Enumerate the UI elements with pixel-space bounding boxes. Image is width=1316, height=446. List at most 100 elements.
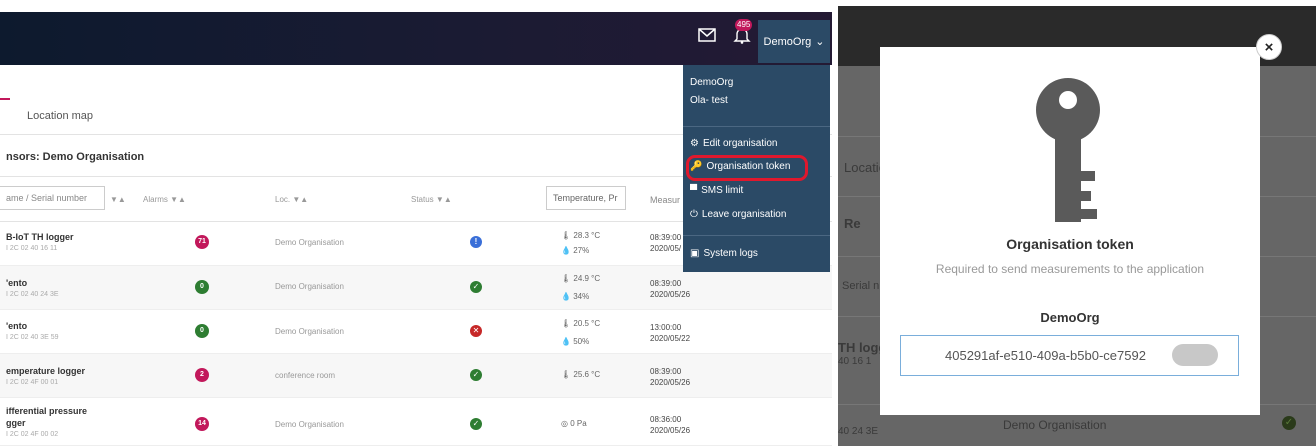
chevron-down-icon: ⌄ xyxy=(815,36,825,48)
system-logs-item[interactable]: ▣ System logs xyxy=(683,248,830,259)
time-text: 13:00:00 xyxy=(650,323,682,332)
temperature-text: 25.6 °C xyxy=(573,370,601,379)
sensor-serial: I 2C 02 4F 00 01 xyxy=(6,379,59,386)
menu-divider xyxy=(683,126,830,127)
org-option-demoorg[interactable]: DemoOrg xyxy=(683,77,830,88)
backdrop-remove-label: Re xyxy=(844,216,861,231)
measured-time: 13:00:00 2020/05/22 xyxy=(650,322,690,344)
check-status-icon: ✓ xyxy=(470,418,482,430)
thermometer-icon: 🌡 xyxy=(561,274,572,283)
temperature-text: 28.3 °C xyxy=(573,231,601,240)
backdrop-row-serial: 40 16 1 xyxy=(838,356,872,367)
leave-organisation-item[interactable]: ⏻ Leave organisation xyxy=(683,209,830,220)
error-status-icon: ✕ xyxy=(470,325,482,337)
close-modal-button[interactable]: × xyxy=(1256,34,1282,60)
table-row[interactable]: 'ento I 2C 02 40 3E 59 0 Demo Organisati… xyxy=(0,310,832,354)
temperature-value: 🌡 20.5 °C xyxy=(561,319,600,328)
date-text: 2020/05/ xyxy=(650,244,682,253)
tab-location-map[interactable]: Location map xyxy=(27,110,93,122)
edit-organisation-item[interactable]: ⚙ Edit organisation xyxy=(683,138,830,149)
time-text: 08:39:00 xyxy=(650,367,682,376)
sensor-location: Demo Organisation xyxy=(275,327,344,336)
humidity-text: 27% xyxy=(573,246,590,255)
temperature-value: 🌡 28.3 °C xyxy=(561,231,600,240)
droplet-icon: 💧 xyxy=(561,246,571,255)
alarm-count-badge[interactable]: 71 xyxy=(195,235,209,249)
humidity-text: 50% xyxy=(573,337,590,346)
sensor-name: ifferential pressure xyxy=(6,406,88,416)
sms-limit-item[interactable]: ▀ SMS limit xyxy=(683,185,830,196)
name-sort-icon[interactable]: ▼▲ xyxy=(110,195,126,204)
droplet-icon: 💧 xyxy=(561,292,571,301)
temperature-text: 24.9 °C xyxy=(573,274,601,283)
alarm-count-badge[interactable]: 0 xyxy=(195,280,209,294)
mail-icon[interactable] xyxy=(697,26,717,44)
modal-title: Organisation token xyxy=(1006,236,1134,252)
leave-organisation-label: Leave organisation xyxy=(701,209,787,220)
thermometer-icon: 🌡 xyxy=(561,231,572,240)
sensor-serial: I 2C 02 40 24 3E xyxy=(6,291,59,298)
system-logs-label: System logs xyxy=(703,248,758,259)
temperature-value: 🌡 25.6 °C xyxy=(561,370,600,379)
backdrop-check-icon: ✓ xyxy=(1282,416,1296,430)
thermometer-icon: 🌡 xyxy=(561,319,572,328)
alarm-count-badge[interactable]: 2 xyxy=(195,368,209,382)
printer-icon: ▣ xyxy=(690,248,700,259)
sensor-name: 'ento xyxy=(6,278,28,288)
status-column-header[interactable]: Status ▼▲ xyxy=(411,195,452,204)
name-serial-filter-input[interactable]: ame / Serial number xyxy=(0,186,105,210)
humidity-value: 💧 27% xyxy=(561,246,589,255)
redaction-mask xyxy=(1172,344,1218,366)
temperature-filter-input[interactable]: Temperature, Pr xyxy=(546,186,626,210)
humidity-value: 💧 50% xyxy=(561,337,589,346)
sensor-location: conference room xyxy=(275,371,336,380)
sensor-name: B-IoT TH logger xyxy=(6,232,74,242)
time-text: 08:39:00 xyxy=(650,279,682,288)
pressure-text: 0 Pa xyxy=(570,419,587,428)
humidity-value: 💧 34% xyxy=(561,292,589,301)
location-column-header[interactable]: Loc. ▼▲ xyxy=(275,195,308,204)
droplet-icon: 💧 xyxy=(561,337,571,346)
check-status-icon: ✓ xyxy=(470,281,482,293)
measured-time: 08:39:00 2020/05/ xyxy=(650,232,681,254)
table-row[interactable]: ifferential pressure gger I 2C 02 4F 00 … xyxy=(0,398,832,446)
organisation-menu-button[interactable]: DemoOrg ⌄ xyxy=(758,20,830,63)
info-status-icon: ! xyxy=(470,236,482,248)
measured-time: 08:36:00 2020/05/26 xyxy=(650,414,690,436)
sms-limit-label: SMS limit xyxy=(701,185,744,196)
alarm-count-badge[interactable]: 0 xyxy=(195,324,209,338)
sensor-serial: I 2C 02 40 3E 59 xyxy=(6,334,59,341)
sensor-location: Demo Organisation xyxy=(275,238,344,247)
check-status-icon: ✓ xyxy=(470,369,482,381)
sensor-location: Demo Organisation xyxy=(275,282,344,291)
organisation-token-modal-screen: Locatio Re Serial n TH logg 40 16 1 40 2… xyxy=(838,0,1316,446)
sensor-list-screen: 495 DemoOrg ⌄ Location map nsors: Demo O… xyxy=(0,0,832,446)
temperature-text: 20.5 °C xyxy=(573,319,601,328)
chat-icon: ▀ xyxy=(690,185,698,196)
sensors-title: nsors: Demo Organisation xyxy=(6,151,145,163)
sensor-name: emperature logger xyxy=(6,366,86,376)
table-row[interactable]: emperature logger I 2C 02 4F 00 01 2 con… xyxy=(0,354,832,398)
org-option-ola-test[interactable]: Ola- test xyxy=(683,95,830,106)
active-tab-indicator xyxy=(0,98,10,100)
date-text: 2020/05/22 xyxy=(650,334,691,343)
edit-organisation-label: Edit organisation xyxy=(702,138,778,149)
key-icon xyxy=(1028,76,1108,231)
menu-divider xyxy=(683,235,830,236)
date-text: 2020/05/26 xyxy=(650,426,691,435)
modal-organisation-name: DemoOrg xyxy=(1040,310,1100,325)
measured-column-header[interactable]: Measur xyxy=(650,195,680,205)
date-text: 2020/05/26 xyxy=(650,290,691,299)
sensor-name: 'ento xyxy=(6,321,28,331)
alarms-column-header[interactable]: Alarms ▼▲ xyxy=(143,195,186,204)
measured-time: 08:39:00 2020/05/26 xyxy=(650,366,690,388)
thermometer-icon: 🌡 xyxy=(561,370,572,379)
power-icon: ⏻ xyxy=(690,209,698,220)
backdrop-row-serial: 40 24 3E xyxy=(838,426,879,437)
table-row[interactable]: 'ento I 2C 02 40 24 3E 0 Demo Organisati… xyxy=(0,266,832,310)
temperature-value: 🌡 24.9 °C xyxy=(561,274,600,283)
humidity-text: 34% xyxy=(573,292,590,301)
sensor-name-line2: gger xyxy=(6,418,26,428)
alarm-count-badge[interactable]: 14 xyxy=(195,417,209,431)
organisation-name: DemoOrg xyxy=(763,35,812,48)
